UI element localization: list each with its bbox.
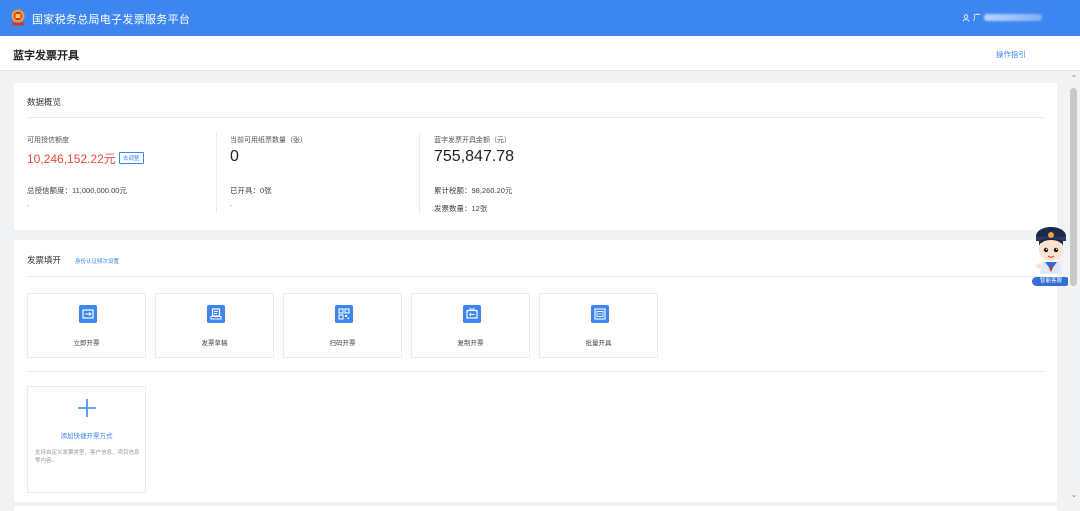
filling-divider — [27, 276, 1045, 277]
tile-label: 发票草稿 — [201, 340, 228, 347]
paper-dash: - — [230, 203, 233, 210]
invoice-count-label: 发票数量： — [434, 204, 472, 213]
data-overview-card: 数据概览 可用授信额度 10,246,152.22元 去调整 总授信额度：11,… — [14, 83, 1057, 230]
batch-icon — [591, 305, 609, 323]
tile-scan-qr[interactable]: 扫码开票 — [283, 293, 402, 358]
scroll-thumb[interactable] — [1070, 88, 1077, 286]
overview-title: 数据概览 — [27, 97, 62, 107]
total-credit-value: 11,000,000.00元 — [72, 186, 127, 195]
operation-guide-link[interactable]: 操作指引 — [996, 49, 1026, 60]
invoice-count-value: 12张 — [471, 204, 488, 213]
credit-label: 可用授信额度 — [27, 137, 69, 144]
tile-batch-issue[interactable]: 批量开具 — [539, 293, 658, 358]
draft-icon — [207, 305, 225, 323]
app-title: 国家税务总局电子发票服务平台 — [32, 14, 191, 26]
scroll-up-arrow-icon[interactable]: ⌃ — [1068, 74, 1080, 84]
user-menu[interactable]: 广 — [962, 12, 1042, 23]
page-header: 蓝字发票开具 操作指引 — [0, 36, 1080, 71]
issued-count: 已开具：0张 — [230, 185, 272, 196]
smart-assistant-mascot[interactable]: 智能客服 — [1031, 224, 1071, 288]
tile-label: 复制开票 — [457, 340, 484, 347]
invoice-icon — [79, 305, 97, 323]
total-credit: 总授信额度：11,000,000.00元 — [27, 185, 127, 196]
add-quick-method-label: 添加快捷开票方式 — [60, 433, 113, 440]
credit-value: 10,246,152.22元 — [27, 152, 116, 166]
page-title: 蓝字发票开具 — [13, 50, 79, 62]
tax-emblem-icon — [11, 9, 25, 26]
amount-label: 蓝字发票开具金额（元） — [434, 137, 511, 144]
amount-value: 755,847.78 — [434, 148, 515, 165]
stat-divider — [419, 133, 420, 213]
user-name: 广 — [973, 13, 981, 22]
scroll-down-arrow-icon[interactable]: ⌄ — [1068, 490, 1080, 500]
tile-draft[interactable]: 发票草稿 — [155, 293, 274, 358]
tile-label: 扫码开票 — [329, 340, 356, 347]
tile-label: 立即开票 — [73, 340, 100, 347]
page-scrollbar[interactable]: ⌃ ⌄ — [1068, 72, 1080, 511]
tile-copy-invoice[interactable]: 复制开票 — [411, 293, 530, 358]
copy-invoice-icon — [463, 305, 481, 323]
issued-value: 0张 — [260, 186, 272, 195]
qrcode-icon — [335, 305, 353, 323]
overview-divider — [27, 117, 1045, 118]
add-quick-method-tile[interactable]: 添加快捷开票方式 支持自定义发票类型、客户信息、项目信息等内容。 — [27, 386, 146, 493]
identity-frequency-link[interactable]: 身份认证频次设置 — [75, 257, 119, 265]
adjust-credit-button[interactable]: 去调整 — [119, 152, 144, 164]
invoice-filling-card: 发票填开 身份认证频次设置 — [14, 240, 1057, 502]
next-section-card — [14, 506, 1057, 511]
user-icon — [962, 13, 970, 22]
paper-label: 当前可用纸票数量（张） — [230, 137, 307, 144]
paper-value: 0 — [230, 148, 239, 165]
credit-dash: - — [27, 203, 30, 210]
add-quick-method-description: 支持自定义发票类型、客户信息、项目信息等内容。 — [35, 450, 140, 465]
tax-label: 累计税额： — [434, 186, 472, 195]
filling-title: 发票填开 — [27, 255, 62, 265]
plus-icon — [78, 399, 96, 417]
tax-total: 累计税额：98,260.20元 — [434, 185, 512, 196]
tile-label: 批量开具 — [585, 340, 612, 347]
user-name-masked — [984, 14, 1042, 21]
issued-label: 已开具： — [230, 186, 260, 195]
tax-value: 98,260.20元 — [471, 186, 513, 195]
tiles-divider — [27, 371, 1045, 372]
mascot-caption: 智能客服 — [1032, 277, 1070, 286]
tile-issue-now[interactable]: 立即开票 — [27, 293, 146, 358]
top-bar: 国家税务总局电子发票服务平台 广 — [0, 0, 1080, 36]
stat-divider — [216, 133, 217, 213]
total-credit-label: 总授信额度： — [27, 186, 72, 195]
invoice-count: 发票数量：12张 — [434, 203, 487, 214]
